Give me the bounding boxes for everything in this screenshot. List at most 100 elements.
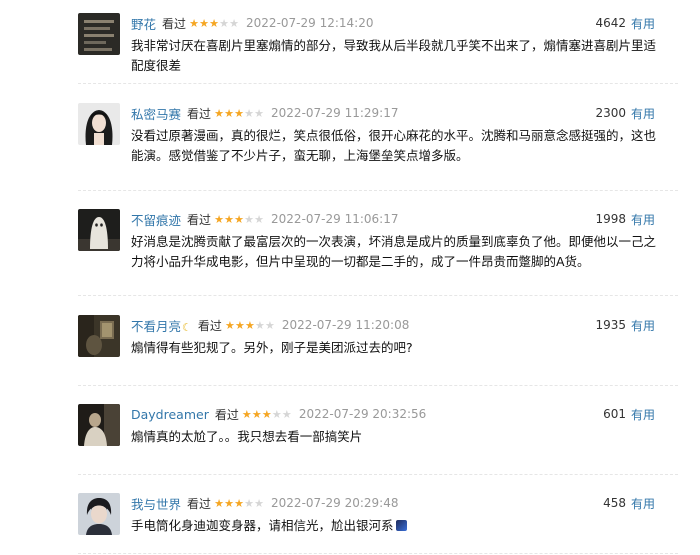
avatar[interactable] <box>78 404 120 446</box>
vote-area: 601 有用 <box>603 404 655 424</box>
star-filled-icon: ★ <box>251 407 262 421</box>
vote-area: 4642 有用 <box>595 13 655 33</box>
watched-status: 看过 <box>187 212 212 227</box>
comment-meta: Daydreamer 看过 ★ ★ ★ ★ ★ 2022-07-29 20:32:56 <box>131 404 426 424</box>
star-filled-icon: ★ <box>224 106 234 120</box>
comment-text: 没看过原著漫画，真的很烂，笑点很低俗，很开心麻花的水平。沈腾和马丽意念感挺强的，… <box>131 128 657 163</box>
username-text: 不看月亮 <box>131 318 182 334</box>
star-filled-icon: ★ <box>224 212 234 226</box>
vote-count: 2300 <box>595 106 626 120</box>
divider <box>78 83 678 84</box>
comment-meta: 私密马赛 看过 ★ ★ ★ ★ ★ 2022-07-29 11:29:17 <box>131 103 398 123</box>
star-empty-icon: ★ <box>244 212 254 226</box>
comment-meta: 不留痕迹 看过 ★ ★ ★ ★ ★ 2022-07-29 11:06:17 <box>131 209 398 229</box>
star-empty-icon: ★ <box>254 212 264 226</box>
username-link[interactable]: 野花 <box>131 14 156 33</box>
vote-area: 458 有用 <box>603 493 655 513</box>
useful-button[interactable]: 有用 <box>631 211 655 228</box>
avatar[interactable] <box>78 493 120 535</box>
avatar[interactable] <box>78 13 120 55</box>
comment-time: 2022-07-29 20:29:48 <box>271 496 399 510</box>
star-rating: ★ ★ ★ ★ ★ <box>242 409 292 420</box>
comment-meta: 我与世界 看过 ★ ★ ★ ★ ★ 2022-07-29 20:29:48 <box>131 493 398 513</box>
username-link[interactable]: 不看月亮☾ <box>131 316 192 335</box>
watched-status: 看过 <box>162 16 187 31</box>
comment-meta: 野花 看过 ★ ★ ★ ★ ★ 2022-07-29 12:14:20 <box>131 13 373 33</box>
star-empty-icon: ★ <box>254 106 264 120</box>
comment-time: 2022-07-29 11:20:08 <box>281 318 410 332</box>
star-filled-icon: ★ <box>214 496 224 510</box>
username-link[interactable]: 不留痕迹 <box>131 210 181 229</box>
vote-count: 1998 <box>595 212 626 226</box>
star-filled-icon: ★ <box>224 496 234 510</box>
watched-status: 看过 <box>187 496 212 511</box>
comment-time: 2022-07-29 20:32:56 <box>298 407 427 421</box>
useful-button[interactable]: 有用 <box>631 105 655 122</box>
vote-area: 2300 有用 <box>595 103 655 123</box>
star-filled-icon: ★ <box>234 496 244 510</box>
star-rating: ★ ★ ★ ★ ★ <box>189 18 239 29</box>
star-empty-icon: ★ <box>244 106 254 120</box>
divider <box>78 553 678 554</box>
galaxy-emoji-icon <box>395 520 407 531</box>
comment-list: 野花 看过 ★ ★ ★ ★ ★ 2022-07-29 12:14:20 4642 有用 … <box>0 0 700 555</box>
star-filled-icon: ★ <box>214 106 224 120</box>
star-filled-icon: ★ <box>224 318 235 332</box>
comment-text-content: 手电筒化身迪迦变身器，请相信光，尬出银河系 <box>131 518 394 533</box>
divider <box>78 385 678 386</box>
avatar-image <box>78 404 120 446</box>
star-filled-icon: ★ <box>261 407 272 421</box>
comment-time: 2022-07-29 11:29:17 <box>271 106 399 120</box>
star-empty-icon: ★ <box>229 16 239 30</box>
avatar[interactable] <box>78 315 120 357</box>
avatar-image <box>78 103 120 145</box>
star-filled-icon: ★ <box>234 106 244 120</box>
star-filled-icon: ★ <box>234 318 245 332</box>
star-rating: ★ ★ ★ ★ ★ <box>214 214 264 225</box>
vote-count: 4642 <box>595 16 626 30</box>
star-empty-icon: ★ <box>281 407 292 421</box>
star-rating: ★ ★ ★ ★ ★ <box>214 108 264 119</box>
watched-status: 看过 <box>197 318 222 333</box>
divider <box>78 474 678 475</box>
star-filled-icon: ★ <box>244 318 255 332</box>
vote-area: 1935 有用 <box>595 315 655 335</box>
username-link[interactable]: 私密马赛 <box>131 104 181 123</box>
comment-time: 2022-07-29 12:14:20 <box>246 16 374 30</box>
comment-meta: 不看月亮☾ 看过 ★ ★ ★ ★ ★ 2022-07-29 11:20:08 <box>131 315 409 335</box>
star-empty-icon: ★ <box>254 496 264 510</box>
vote-area: 1998 有用 <box>595 209 655 229</box>
star-empty-icon: ★ <box>254 318 265 332</box>
avatar-image <box>78 209 120 251</box>
comment-text: 煽情真的太尬了。。我只想去看一部搞笑片 <box>131 429 363 444</box>
vote-count: 1935 <box>595 318 626 332</box>
star-filled-icon: ★ <box>199 16 209 30</box>
star-filled-icon: ★ <box>241 407 252 421</box>
comment-text: 煽情得有些犯规了。另外，刚子是美团派过去的吧? <box>131 340 413 355</box>
username-link[interactable]: 我与世界 <box>131 494 181 513</box>
avatar[interactable] <box>78 209 120 251</box>
star-empty-icon: ★ <box>244 496 254 510</box>
avatar-image <box>78 493 120 535</box>
useful-button[interactable]: 有用 <box>631 317 655 334</box>
comment-text: 我非常讨厌在喜剧片里塞煽情的部分，导致我从后半段就几乎笑不出来了，煽情塞进喜剧片… <box>131 38 657 73</box>
vote-count: 458 <box>603 496 626 510</box>
useful-button[interactable]: 有用 <box>631 495 655 512</box>
star-rating: ★ ★ ★ ★ ★ <box>225 320 275 331</box>
vote-count: 601 <box>603 407 626 421</box>
comment-time: 2022-07-29 11:06:17 <box>271 212 399 226</box>
watched-status: 看过 <box>187 106 212 121</box>
watched-status: 看过 <box>214 407 239 422</box>
useful-button[interactable]: 有用 <box>631 406 655 423</box>
star-empty-icon: ★ <box>264 318 275 332</box>
avatar[interactable] <box>78 103 120 145</box>
comment-text: 手电筒化身迪迦变身器，请相信光，尬出银河系 <box>131 516 661 536</box>
comment-text: 好消息是沈腾贡献了最富层次的一次表演，坏消息是成片的质量到底辜负了他。即便他以一… <box>131 234 657 269</box>
divider <box>78 190 678 191</box>
star-rating: ★ ★ ★ ★ ★ <box>214 498 264 509</box>
divider <box>78 295 678 296</box>
avatar-image <box>78 315 120 357</box>
useful-button[interactable]: 有用 <box>631 15 655 32</box>
username-link[interactable]: Daydreamer <box>131 407 209 422</box>
star-filled-icon: ★ <box>209 16 219 30</box>
